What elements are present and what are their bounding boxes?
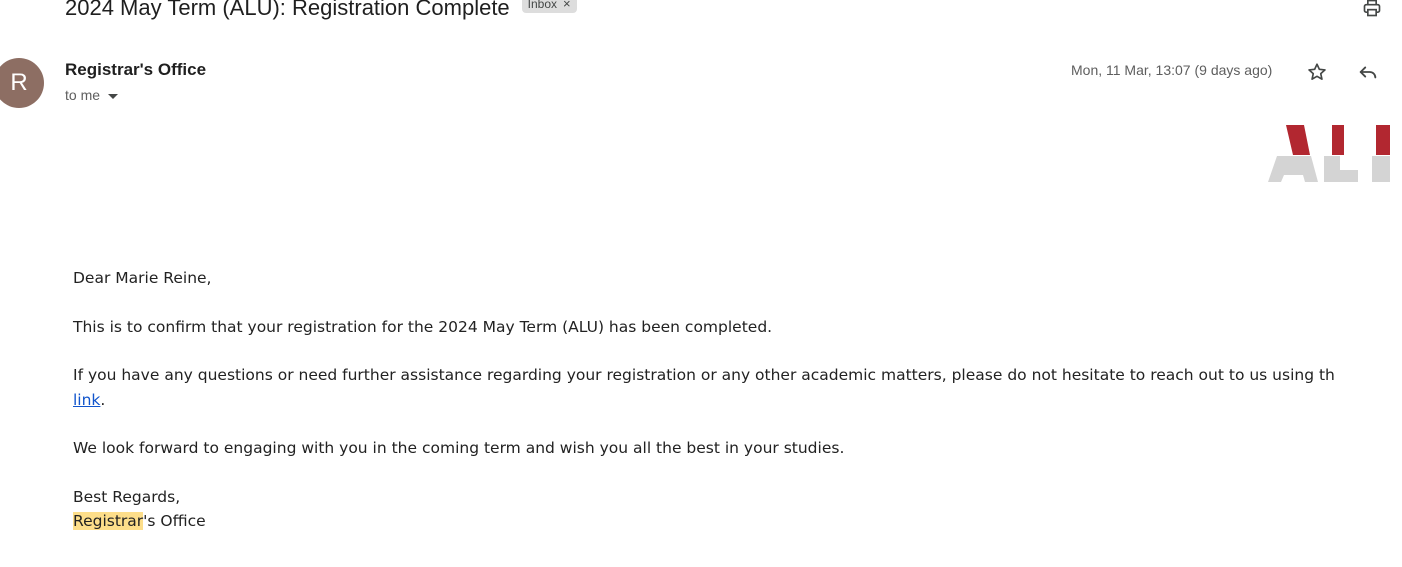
print-button[interactable] (1360, 0, 1384, 20)
star-icon (1308, 63, 1326, 80)
label-text: Inbox (527, 0, 558, 11)
caret-down-icon (108, 93, 119, 99)
subject-row: 2024 May Term (ALU): Registration Comple… (65, 0, 577, 24)
help-link[interactable]: link (73, 391, 100, 409)
greeting: Dear Marie Reine, (73, 269, 212, 287)
closing-paragraph: We look forward to engaging with you in … (73, 439, 845, 457)
email-view: 2024 May Term (ALU): Registration Comple… (0, 0, 1402, 567)
signature-highlight: Registrar (73, 512, 144, 530)
reply-icon (1359, 66, 1377, 79)
star-button[interactable] (1305, 60, 1329, 84)
link-period: . (100, 390, 106, 409)
signature-rest: 's Office (143, 512, 206, 530)
email-body: Dear Marie Reine, This is to confirm tha… (73, 266, 1402, 558)
sender-avatar[interactable]: R (0, 58, 44, 108)
print-icon (1363, 0, 1381, 17)
reply-button[interactable] (1356, 60, 1380, 84)
questions-paragraph: If you have any questions or need furthe… (73, 363, 1402, 412)
alu-logo (1268, 125, 1390, 182)
questions-text: If you have any questions or need furthe… (73, 366, 1335, 384)
recipient-details-toggle[interactable]: to me (65, 87, 119, 103)
recipient-text: to me (65, 87, 101, 103)
sender-name[interactable]: Registrar's Office (65, 60, 206, 80)
remove-label-icon[interactable]: × (563, 0, 571, 13)
inbox-label-chip[interactable]: Inbox × (521, 0, 577, 13)
email-subject: 2024 May Term (ALU): Registration Comple… (65, 0, 510, 20)
regards-text: Best Regards, (73, 487, 181, 506)
signature: Best Regards, Registrar's Office (73, 485, 1402, 534)
confirmation-paragraph: This is to confirm that your registratio… (73, 317, 773, 336)
email-date: Mon, 11 Mar, 13:07 (9 days ago) (1071, 62, 1273, 78)
